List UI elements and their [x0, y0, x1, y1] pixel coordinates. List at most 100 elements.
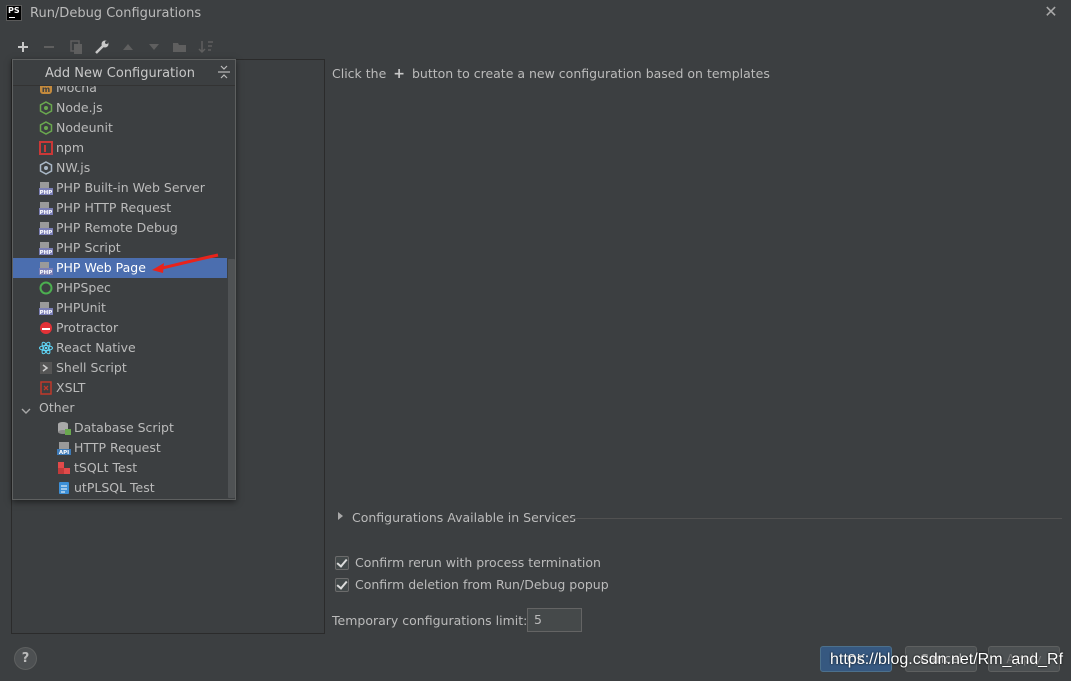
title-bar: PS Run/Debug Configurations ✕: [0, 0, 1071, 28]
list-item-label: HTTP Request: [74, 440, 161, 455]
expand-arrow-icon[interactable]: [338, 512, 343, 520]
shell-icon: [39, 361, 53, 375]
list-item-label: React Native: [56, 340, 136, 355]
list-item-label: PHP Script: [56, 240, 121, 255]
window-title: Run/Debug Configurations: [30, 6, 202, 21]
watermark-text: https://blog.csdn.net/Rm_and_Rf: [830, 651, 1064, 668]
scrollbar-thumb[interactable]: [228, 259, 235, 498]
wrench-icon[interactable]: [93, 38, 111, 56]
list-item[interactable]: API HTTP Request: [13, 438, 227, 458]
close-icon[interactable]: ✕: [1043, 4, 1059, 20]
utplsql-icon: [57, 481, 71, 495]
phpspec-icon: [39, 281, 53, 295]
minus-icon[interactable]: [40, 38, 58, 56]
list-item[interactable]: Database Script: [13, 418, 227, 438]
list-item-label: PHP Web Page: [56, 260, 146, 275]
xslt-icon: [39, 381, 53, 395]
php-web-page-icon: PHP: [39, 261, 53, 276]
phpstorm-logo-icon: PS: [6, 5, 22, 21]
hint-text-end: button to create a new configuration bas…: [411, 66, 770, 81]
list-item-label: Nodeunit: [56, 120, 113, 135]
list-item[interactable]: Nodeunit: [13, 118, 227, 138]
popup-header: Add New Configuration: [13, 60, 235, 86]
svg-text:API: API: [59, 450, 69, 455]
list-item-label: npm: [56, 140, 85, 155]
php-server-icon: PHP: [39, 181, 53, 196]
svg-text:PHP: PHP: [40, 210, 53, 215]
list-item-label: PHP Remote Debug: [56, 220, 178, 235]
list-item[interactable]: PHP PHP Built-in Web Server: [13, 178, 227, 198]
list-item[interactable]: Node.js: [13, 98, 227, 118]
services-section-label[interactable]: Configurations Available in Services: [352, 510, 576, 525]
npm-icon: [39, 141, 53, 155]
hint-text: Click the + button to create a new confi…: [332, 66, 770, 82]
collapse-all-icon[interactable]: [218, 65, 230, 79]
list-item[interactable]: PHP PHPUnit: [13, 298, 227, 318]
sort-icon[interactable]: [197, 38, 215, 56]
list-item-label: PHPUnit: [56, 300, 106, 315]
nwjs-icon: [39, 161, 53, 175]
group-label: Other: [39, 400, 75, 415]
list-item-label: PHP HTTP Request: [56, 200, 172, 215]
php-http-icon: PHP: [39, 201, 53, 216]
confirm-rerun-checkbox[interactable]: [335, 556, 349, 570]
group-other[interactable]: Other: [13, 398, 227, 418]
list-item[interactable]: NW.js: [13, 158, 227, 178]
list-item-label: Shell Script: [56, 360, 127, 375]
database-script-icon: [57, 421, 71, 435]
http-request-icon: API: [57, 441, 71, 456]
nodejs-icon: [39, 101, 53, 115]
list-item-label: XSLT: [56, 380, 86, 395]
nodeunit-icon: [39, 121, 53, 135]
copy-icon[interactable]: [67, 38, 85, 56]
svg-text:PHP: PHP: [40, 270, 53, 275]
list-item[interactable]: React Native: [13, 338, 227, 358]
svg-text:PHP: PHP: [40, 230, 53, 235]
list-item-label: tSQLt Test: [74, 460, 138, 475]
list-item-label: PHPSpec: [56, 280, 111, 295]
list-item-label: Protractor: [56, 320, 119, 335]
php-remote-debug-icon: PHP: [39, 221, 53, 236]
confirm-deletion-checkbox[interactable]: [335, 578, 349, 592]
arrow-up-icon[interactable]: [119, 38, 137, 56]
add-new-configuration-popup: m Mocha Node.js Nodeunit npm NW.js PHP PHP Buil…: [12, 59, 236, 500]
list-item-label: PHP Built-in Web Server: [56, 180, 205, 195]
configuration-type-list: m Mocha Node.js Nodeunit npm NW.js PHP PHP Buil…: [13, 78, 227, 498]
phpunit-icon: PHP: [39, 301, 53, 316]
react-icon: [39, 341, 53, 355]
svg-text:PHP: PHP: [40, 250, 53, 255]
list-item-label: Node.js: [56, 100, 103, 115]
list-item[interactable]: tSQLt Test: [13, 458, 227, 478]
chevron-down-icon: [21, 402, 31, 414]
php-script-icon: PHP: [39, 241, 53, 256]
confirm-rerun-label[interactable]: Confirm rerun with process termination: [355, 555, 601, 570]
list-item[interactable]: Protractor: [13, 318, 227, 338]
annotation-arrow-icon: [152, 253, 219, 273]
temporary-limit-label: Temporary configurations limit:: [332, 613, 528, 628]
list-item-label: utPLSQL Test: [74, 480, 155, 495]
list-item[interactable]: utPLSQL Test: [13, 478, 227, 498]
popup-title: Add New Configuration: [45, 66, 195, 81]
svg-text:PHP: PHP: [40, 190, 53, 195]
protractor-icon: [39, 321, 53, 335]
list-item[interactable]: npm: [13, 138, 227, 158]
section-divider: [566, 518, 1062, 519]
confirm-deletion-label[interactable]: Confirm deletion from Run/Debug popup: [355, 577, 609, 592]
help-button[interactable]: ?: [14, 647, 37, 670]
plus-icon[interactable]: [14, 38, 32, 56]
list-item[interactable]: PHPSpec: [13, 278, 227, 298]
list-item[interactable]: PHP PHP Remote Debug: [13, 218, 227, 238]
svg-text:m: m: [42, 85, 50, 94]
list-item[interactable]: PHP PHP HTTP Request: [13, 198, 227, 218]
hint-plus-icon: +: [393, 66, 405, 82]
arrow-down-icon[interactable]: [145, 38, 163, 56]
tsqlt-icon: [57, 461, 71, 475]
list-item[interactable]: Shell Script: [13, 358, 227, 378]
hint-text-start: Click the: [332, 66, 387, 81]
temporary-limit-input[interactable]: 5: [527, 608, 582, 632]
list-item-label: NW.js: [56, 160, 91, 175]
folder-icon[interactable]: [171, 38, 189, 56]
list-item-label: Database Script: [74, 420, 174, 435]
svg-text:PHP: PHP: [40, 310, 53, 315]
list-item[interactable]: XSLT: [13, 378, 227, 398]
